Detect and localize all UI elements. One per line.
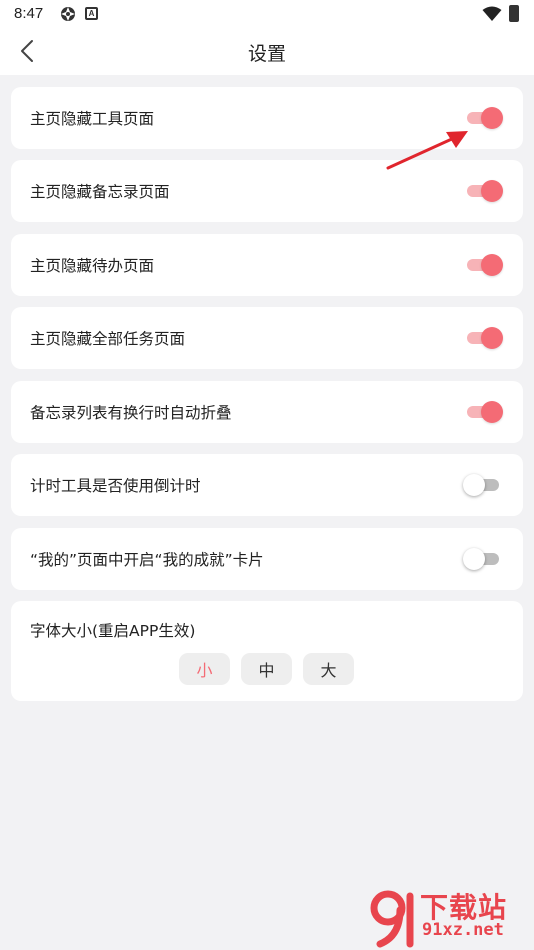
toggle-thumb: [481, 327, 503, 349]
app-bar: 设置: [0, 28, 534, 75]
toggle-hide-all-tasks[interactable]: [465, 327, 503, 349]
page-title: 设置: [247, 43, 286, 65]
toggle-achievement-card[interactable]: [463, 548, 501, 570]
setting-label: 主页隐藏备忘录页面: [30, 183, 170, 201]
setting-row-hide-all-tasks: 主页隐藏全部任务页面: [11, 307, 523, 369]
wifi-icon: [482, 6, 502, 21]
toggle-thumb: [463, 474, 485, 496]
aperture-icon: [61, 7, 75, 21]
font-size-card: 字体大小(重启APP生效) 小 中 大: [11, 601, 523, 701]
setting-row-countdown-timer: 计时工具是否使用倒计时: [11, 454, 523, 516]
annotation-arrow-icon: [386, 131, 468, 170]
setting-row-achievement-card: “我的”页面中开启“我的成就”卡片: [11, 528, 523, 590]
toggle-thumb: [481, 254, 503, 276]
status-bar: 8:47 A: [0, 0, 534, 28]
toggle-thumb: [481, 401, 503, 423]
accessibility-badge-icon: A: [85, 7, 98, 20]
toggle-thumb: [481, 180, 503, 202]
setting-label: 主页隐藏全部任务页面: [30, 330, 186, 348]
font-size-small-button[interactable]: 小: [179, 653, 230, 685]
toggle-countdown-timer[interactable]: [463, 474, 501, 496]
font-size-medium-button[interactable]: 中: [241, 653, 292, 685]
setting-label: 主页隐藏工具页面: [30, 110, 155, 128]
toggle-memo-auto-fold[interactable]: [465, 401, 503, 423]
watermark-url: 91xz.net: [422, 920, 504, 940]
font-size-title: 字体大小(重启APP生效): [30, 622, 196, 640]
setting-label: 备忘录列表有换行时自动折叠: [30, 404, 232, 422]
battery-icon: [509, 5, 519, 22]
setting-label: “我的”页面中开启“我的成就”卡片: [30, 551, 264, 569]
font-size-large-button[interactable]: 大: [303, 653, 354, 685]
setting-label: 计时工具是否使用倒计时: [30, 477, 201, 495]
toggle-hide-memo[interactable]: [465, 180, 503, 202]
brand-logo-icon: [370, 890, 414, 948]
toggle-thumb: [481, 107, 503, 129]
setting-label: 主页隐藏待办页面: [30, 257, 155, 275]
toggle-thumb: [463, 548, 485, 570]
watermark: 下载站 91xz.net: [370, 886, 530, 948]
setting-row-hide-todo: 主页隐藏待办页面: [11, 234, 523, 296]
status-time: 8:47: [14, 5, 44, 22]
setting-row-memo-auto-fold: 备忘录列表有换行时自动折叠: [11, 381, 523, 443]
toggle-hide-todo[interactable]: [465, 254, 503, 276]
